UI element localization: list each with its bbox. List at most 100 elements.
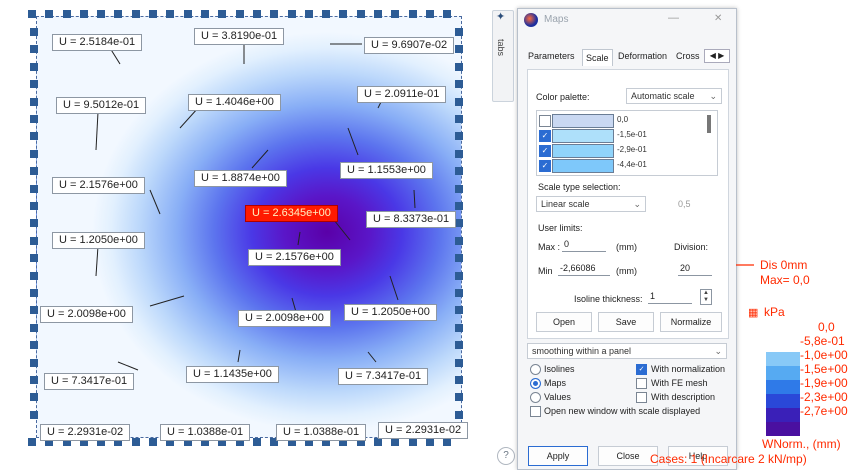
maps-dialog: Maps — ✕ Parameters Scale Deformation Cr… [517,8,737,470]
legend-value: -5,8e-01 [800,334,845,348]
norm-label: WNorm., (mm) [762,437,841,451]
with-normalization-label: With normalization [651,364,726,374]
palette-swatch[interactable] [552,129,614,143]
min-label: Min [538,266,553,276]
division-input[interactable]: 20 [678,262,712,276]
dialog-title: Maps [544,14,569,25]
max-input[interactable]: 0 [562,238,606,252]
palette-value: -4,4e-01 [617,160,647,169]
open-new-window-checkbox[interactable] [530,406,541,417]
palette-row[interactable]: ✓ -4,4e-01 [537,158,707,173]
user-limits-label: User limits: [538,223,583,233]
isoline-thickness-input[interactable]: 1 [648,290,692,304]
color-palette-select[interactable]: Automatic scale ⌄ [626,88,722,104]
tab-deformation[interactable]: Deformation [618,51,667,61]
palette-row-checkbox[interactable]: ✓ [539,160,551,172]
values-radio[interactable] [530,392,541,403]
color-palette-value: Automatic scale [631,91,695,101]
apply-button[interactable]: Apply [528,446,588,466]
chevron-down-icon: ⌄ [714,346,722,356]
value-label: U = 2.2931e-02 [378,422,469,439]
normalize-button[interactable]: Normalize [660,312,722,332]
tab-cross[interactable]: Cross [676,51,700,61]
scale-panel: Color palette: Automatic scale ⌄ 0,0 ✓ -… [527,69,729,339]
chevron-down-icon: ⌄ [709,91,717,101]
side-tabs-label: tabs [496,39,506,57]
palette-swatch[interactable] [552,114,614,128]
value-label: U = 8.3373e-01 [366,211,457,228]
scale-type-label: Scale type selection: [538,182,621,192]
with-fe-mesh-checkbox[interactable] [636,378,647,389]
palette-row-checkbox[interactable]: ✓ [539,145,551,157]
value-label: U = 2.1576e+00 [248,249,341,266]
kpa-icon: ▦ [748,307,759,319]
palette-value: 0,0 [617,115,629,124]
save-button[interactable]: Save [598,312,654,332]
palette-value: -2,9e-01 [617,145,647,154]
min-input[interactable]: -2,66086 [558,262,610,276]
smoothing-select[interactable]: smoothing within a panel ⌄ [527,343,727,359]
legend-value: -1,5e+00 [800,362,848,376]
value-label: U = 1.2050e+00 [52,232,145,249]
value-label: U = 1.1553e+00 [340,162,433,179]
tab-scale[interactable]: Scale [582,49,613,66]
legend-swatch [766,352,800,366]
value-label: U = 3.8190e-01 [194,28,285,45]
legend-swatch [766,366,800,380]
palette-row[interactable]: ✓ -2,9e-01 [537,143,707,158]
close-icon[interactable]: ✕ [714,13,722,24]
help-circle-icon[interactable]: ? [497,447,515,465]
value-label: U = 2.1576e+00 [52,177,145,194]
palette-scrollbar[interactable] [707,115,711,133]
isolines-radio[interactable] [530,364,541,375]
scale-type-select[interactable]: Linear scale ⌄ [536,196,646,212]
division-label: Division: [674,242,709,252]
legend-value: -2,3e+00 [800,390,848,404]
with-description-checkbox[interactable] [636,392,647,403]
palette-value: -1,5e-01 [617,130,647,139]
chevron-down-icon: ⌄ [633,199,641,209]
cases-label: Cases: 1 (Incarcare 2 kN/mp) [650,452,807,466]
open-button[interactable]: Open [536,312,592,332]
legend-swatch [766,394,800,408]
scale-factor: 0,5 [678,199,691,209]
tab-parameters[interactable]: Parameters [528,51,575,61]
close-button[interactable]: Close [598,446,658,466]
tab-scroll-arrows[interactable]: ◀ ▶ [704,49,730,63]
dis-line1: Dis 0mm [760,258,808,272]
value-label: U = 2.2931e-02 [40,424,131,441]
app-icon [524,13,538,27]
maps-label: Maps [544,378,567,388]
value-label: U = 1.1435e+00 [186,366,279,383]
smoothing-value: smoothing within a panel [532,346,632,356]
legend-swatch [766,422,800,436]
maps-radio[interactable] [530,378,541,389]
isoline-spinner[interactable]: ▲ ▼ [700,289,712,305]
palette-row[interactable]: 0,0 [537,113,707,128]
legend-value: -1,0e+00 [800,348,848,362]
legend-swatch [766,408,800,422]
color-palette-label: Color palette: [536,92,590,102]
min-unit: (mm) [616,266,637,276]
with-normalization-checkbox[interactable]: ✓ [636,364,647,375]
value-label: U = 7.3417e-01 [338,368,429,385]
open-new-window-label: Open new window with scale displayed [544,406,701,416]
max-label: Max : [538,242,561,252]
legend-value: 0,0 [818,320,835,334]
minimize-icon[interactable]: — [668,12,679,24]
scale-type-value: Linear scale [541,199,590,209]
value-label: U = 1.0388e-01 [160,424,251,441]
dialog-titlebar[interactable]: Maps — ✕ [518,9,736,31]
max-value-label: U = 2.6345e+00 [245,205,338,222]
palette-row[interactable]: ✓ -1,5e-01 [537,128,707,143]
palette-row-checkbox[interactable] [539,115,551,127]
palette-list[interactable]: 0,0 ✓ -1,5e-01 ✓ -2,9e-01 ✓ -4,4e-01 [536,110,718,176]
palette-swatch[interactable] [552,144,614,158]
value-label: U = 1.4046e+00 [188,94,281,111]
pin-icon[interactable]: ✦ [496,10,508,24]
palette-swatch[interactable] [552,159,614,173]
palette-row-checkbox[interactable]: ✓ [539,130,551,142]
legend-swatch [766,338,800,352]
value-label: U = 7.3417e-01 [44,373,135,390]
max-unit: (mm) [616,242,637,252]
